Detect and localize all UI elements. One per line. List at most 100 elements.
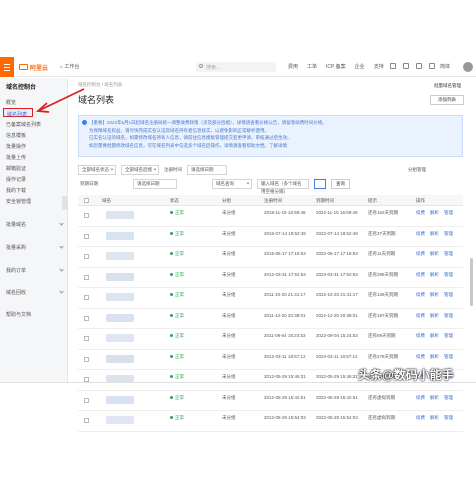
manage-link[interactable]: 管理 [444, 292, 453, 298]
group-management-link[interactable]: 分组管理 [408, 167, 426, 173]
sidebar-item-batch-ops[interactable]: 批量操作 [6, 143, 26, 150]
aliyun-logo-icon[interactable] [19, 64, 28, 70]
blurred-domain-name[interactable] [106, 211, 134, 219]
renew-link[interactable]: 续费 [416, 354, 425, 360]
row-checkbox[interactable] [84, 295, 89, 300]
select-all-checkbox[interactable] [84, 198, 89, 203]
manage-link[interactable]: 管理 [444, 272, 453, 278]
blurred-domain-name[interactable] [106, 231, 134, 240]
resolve-link[interactable]: 解析 [430, 395, 439, 401]
renew-link[interactable]: 续费 [416, 292, 425, 298]
language-switch[interactable]: 简体 [440, 63, 450, 70]
suffix-filter-select[interactable]: 全部域名后缀 [121, 164, 159, 175]
search-dropdown-icon[interactable] [314, 178, 326, 189]
domain-query-type-select[interactable]: 域名查询 [212, 178, 252, 189]
sidebar-collapse-handle[interactable] [62, 196, 68, 210]
help-icon[interactable] [416, 63, 422, 69]
breadcrumb[interactable]: 域名控制台 / 域名列表 [78, 82, 122, 88]
avatar[interactable] [463, 62, 473, 72]
resolve-link[interactable]: 解析 [430, 251, 439, 257]
resolve-link[interactable]: 解析 [430, 415, 439, 421]
sidebar-item-info-template[interactable]: 信息模板 [6, 132, 26, 139]
resolve-link[interactable]: 解析 [430, 292, 439, 298]
menu-icon[interactable] [0, 57, 14, 77]
renew-link[interactable]: 续费 [416, 395, 425, 401]
resolve-link[interactable]: 解析 [430, 231, 439, 237]
blurred-domain-name[interactable] [106, 272, 134, 281]
renew-link[interactable]: 续费 [416, 251, 425, 257]
row-checkbox[interactable] [84, 274, 89, 280]
renew-link[interactable]: 续费 [416, 415, 425, 421]
manage-link[interactable]: 管理 [444, 333, 453, 339]
brand-name[interactable]: 阿里云 [30, 63, 48, 72]
resolve-link[interactable]: 解析 [430, 210, 439, 216]
cart-icon[interactable] [429, 63, 435, 69]
resolve-link[interactable]: 解析 [430, 272, 439, 278]
notice-line[interactable]: 如您需要批量修改域名信息，可在域名列表中勾选多个域名后操作，详情请查看帮助文档。… [89, 142, 457, 150]
sidebar-group-batch-domains[interactable]: 批量域名 [6, 221, 26, 228]
row-checkbox[interactable] [84, 356, 89, 362]
top-link-fees[interactable]: 费用 [288, 63, 298, 70]
resolve-link[interactable]: 解析 [430, 354, 439, 360]
row-checkbox[interactable] [84, 418, 89, 423]
header-reg-time[interactable]: 注册时间 [264, 195, 282, 206]
message-icon[interactable] [403, 63, 409, 69]
sidebar-item-domain-list[interactable]: 域名列表 [3, 108, 33, 118]
renew-link[interactable]: 续费 [416, 333, 425, 339]
manage-link[interactable]: 管理 [444, 231, 453, 237]
renew-link[interactable]: 续费 [416, 231, 425, 237]
sidebar-help-docs[interactable]: 帮助与文档 [6, 311, 31, 318]
reg-date-picker[interactable]: 请选择日期 [187, 164, 227, 175]
blurred-domain-name[interactable] [106, 293, 134, 301]
top-link-tickets[interactable]: 工单 [307, 63, 317, 70]
manage-link[interactable]: 管理 [444, 210, 453, 216]
row-checkbox[interactable] [84, 336, 89, 341]
row-checkbox[interactable] [84, 315, 89, 321]
header-exp-time[interactable]: 到期时间 [316, 195, 334, 206]
query-button[interactable]: 查询 [331, 178, 350, 189]
sidebar-item-downloads[interactable]: 我的下载 [6, 187, 26, 194]
manage-link[interactable]: 管理 [444, 395, 453, 401]
row-checkbox[interactable] [84, 233, 89, 239]
resolve-link[interactable]: 解析 [430, 313, 439, 319]
status-filter-select[interactable]: 全部域名状态 [78, 164, 116, 175]
global-search-input[interactable]: 搜索... [196, 62, 276, 72]
renew-link[interactable]: 续费 [416, 313, 425, 319]
sidebar-group-recycle[interactable]: 域名回收 [6, 289, 26, 296]
row-checkbox[interactable] [84, 397, 89, 403]
manage-link[interactable]: 管理 [444, 415, 453, 421]
domain-search-input[interactable]: 输入域名（多个域名用空格分隔） [257, 178, 309, 194]
blurred-domain-name[interactable] [106, 252, 134, 260]
renew-link[interactable]: 续费 [416, 210, 425, 216]
manage-link[interactable]: 管理 [444, 354, 453, 360]
filter-row-1: 全部域名状态 全部域名后缀 注册时间 请选择日期 [78, 164, 227, 175]
resolve-link[interactable]: 解析 [430, 333, 439, 339]
sidebar-item-overview[interactable]: 概览 [6, 99, 16, 106]
workspace-link[interactable]: ⌂ 工作台 [60, 62, 79, 72]
manage-link[interactable]: 管理 [444, 251, 453, 257]
row-checkbox[interactable] [84, 254, 89, 259]
renew-link[interactable]: 续费 [416, 272, 425, 278]
top-link-icp[interactable]: ICP 备案 [326, 63, 346, 70]
expire-date-picker[interactable]: 请选择日期 [133, 178, 177, 189]
blurred-domain-name[interactable] [106, 416, 134, 424]
top-link-enterprise[interactable]: 企业 [355, 63, 365, 70]
sidebar-group-orders[interactable]: 我的订单 [6, 267, 26, 274]
sidebar-item-batch-upload[interactable]: 批量上传 [6, 154, 26, 161]
sidebar-group-batch-purchase[interactable]: 批量采购 [6, 244, 26, 251]
sidebar-item-security-lock[interactable]: 安全锁管理 [6, 198, 31, 205]
row-checkbox[interactable] [84, 213, 89, 218]
scrollbar[interactable] [470, 258, 473, 306]
blurred-domain-name[interactable] [106, 395, 134, 404]
add-list-button[interactable]: 添加列表 [430, 95, 464, 105]
sidebar-item-filed-domains[interactable]: 已备案域名列表 [6, 121, 41, 128]
blurred-domain-name[interactable] [106, 354, 134, 363]
batch-domain-management-link[interactable]: 批量域名管理 [434, 82, 461, 90]
top-link-support[interactable]: 支持 [374, 63, 384, 70]
sidebar-item-op-records[interactable]: 操作记录 [6, 176, 26, 183]
sidebar-item-email-verify[interactable]: 邮箱验证 [6, 165, 26, 172]
cli-icon[interactable] [390, 63, 396, 69]
manage-link[interactable]: 管理 [444, 313, 453, 319]
blurred-domain-name[interactable] [106, 313, 134, 322]
blurred-domain-name[interactable] [106, 334, 134, 342]
